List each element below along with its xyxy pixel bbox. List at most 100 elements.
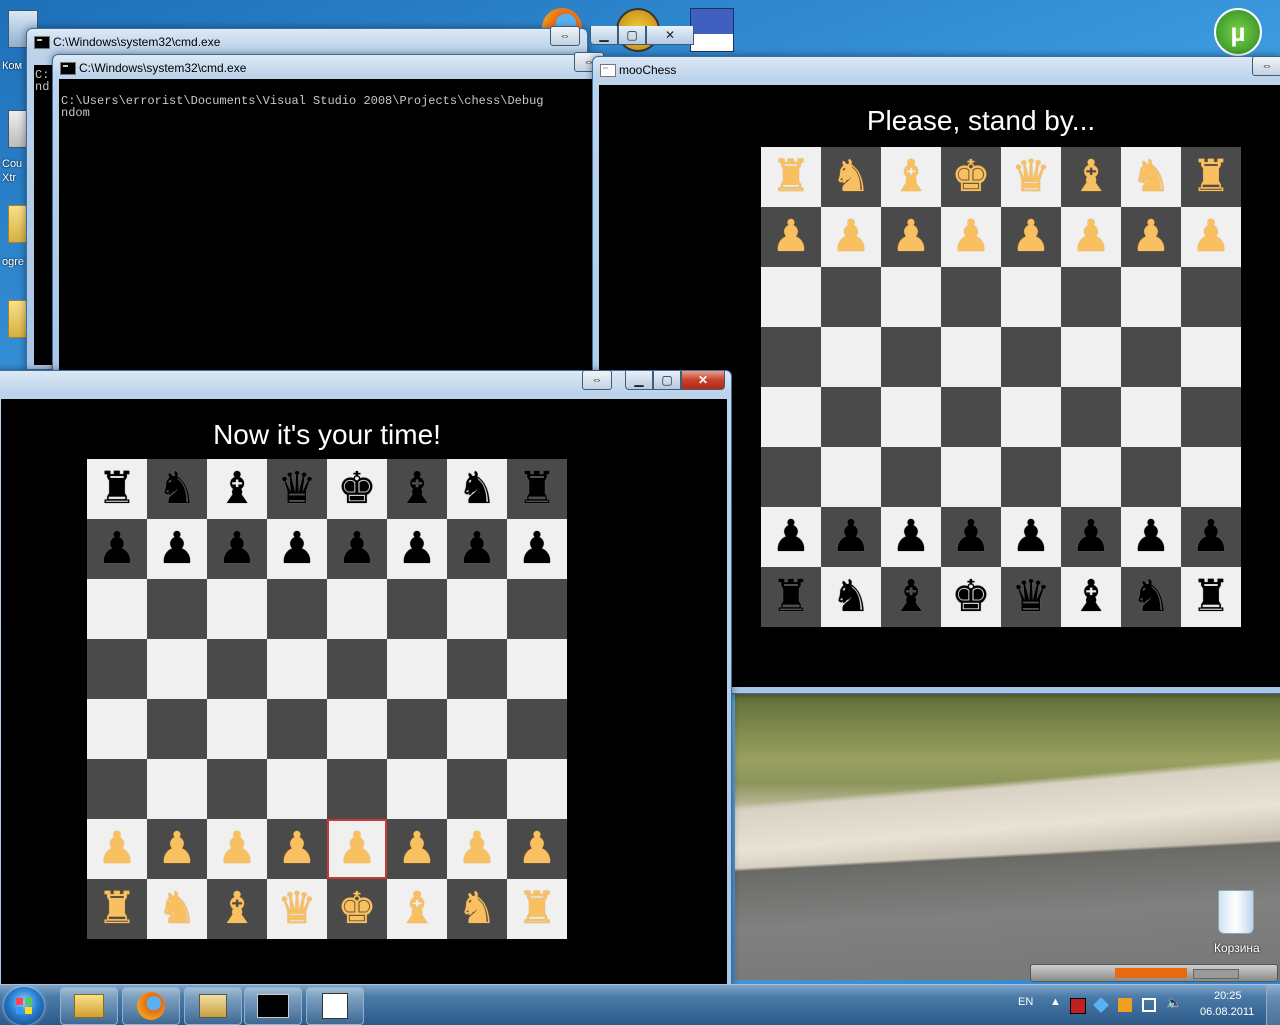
network-icon[interactable]: [1142, 998, 1156, 1012]
board-square[interactable]: ♜: [761, 567, 821, 627]
chess-piece[interactable]: ♟: [277, 527, 316, 571]
maximize-button[interactable]: ▢: [618, 26, 646, 45]
board-square[interactable]: ♞: [147, 879, 207, 939]
board-square[interactable]: [1001, 447, 1061, 507]
board-square[interactable]: [761, 387, 821, 447]
chess-piece[interactable]: ♟: [1191, 515, 1230, 559]
board-square[interactable]: [267, 759, 327, 819]
board-square[interactable]: ♟: [881, 507, 941, 567]
board-square[interactable]: ♜: [507, 879, 567, 939]
board-square[interactable]: [87, 639, 147, 699]
board-square[interactable]: [147, 639, 207, 699]
chess-piece[interactable]: ♟: [157, 527, 196, 571]
board-square[interactable]: ♝: [881, 147, 941, 207]
board-square[interactable]: [1181, 327, 1241, 387]
board-square[interactable]: ♟: [1001, 207, 1061, 267]
board-square[interactable]: [507, 639, 567, 699]
board-square[interactable]: ♞: [447, 459, 507, 519]
board-square[interactable]: ♝: [387, 459, 447, 519]
board-square[interactable]: [881, 447, 941, 507]
board-square[interactable]: ♟: [267, 519, 327, 579]
minimize-button[interactable]: ▁: [590, 26, 618, 45]
board-square[interactable]: ♞: [1121, 147, 1181, 207]
chess-piece[interactable]: ♞: [457, 467, 496, 511]
media-player-bar[interactable]: [1030, 964, 1278, 982]
board-square[interactable]: ♛: [267, 879, 327, 939]
resize-toggle-button[interactable]: ⇔: [550, 26, 580, 46]
chess-piece[interactable]: ♝: [1071, 575, 1110, 619]
chess-piece[interactable]: ♟: [157, 827, 196, 871]
chess-piece[interactable]: ♟: [1071, 515, 1110, 559]
board-square[interactable]: ♝: [1061, 567, 1121, 627]
board-square[interactable]: [147, 699, 207, 759]
board-square[interactable]: [207, 639, 267, 699]
cmd-back-titlebar[interactable]: C:\Windows\system32\cmd.exe: [27, 29, 587, 55]
board-square[interactable]: [267, 579, 327, 639]
volume-slider-icon[interactable]: [1193, 969, 1239, 979]
board-square[interactable]: [267, 639, 327, 699]
board-square[interactable]: [761, 267, 821, 327]
board-square[interactable]: ♟: [507, 819, 567, 879]
chess-piece[interactable]: ♝: [397, 887, 436, 931]
board-square[interactable]: ♟: [821, 507, 881, 567]
player-titlebar[interactable]: ▁ ▢ ✕: [0, 371, 731, 397]
chess-piece[interactable]: ♝: [217, 467, 256, 511]
chess-piece[interactable]: ♟: [397, 827, 436, 871]
media-tray-icon[interactable]: [1118, 998, 1132, 1012]
chess-piece[interactable]: ♞: [1131, 575, 1170, 619]
taskbar-explorer-button[interactable]: [60, 987, 118, 1025]
board-square[interactable]: ♟: [207, 819, 267, 879]
chess-piece[interactable]: ♟: [517, 527, 556, 571]
chess-piece[interactable]: ♛: [1011, 575, 1050, 619]
chess-piece[interactable]: ♟: [891, 215, 930, 259]
board-square[interactable]: [327, 639, 387, 699]
chess-piece[interactable]: ♟: [1011, 515, 1050, 559]
board-square[interactable]: [387, 579, 447, 639]
board-square[interactable]: ♟: [327, 819, 387, 879]
chess-piece[interactable]: ♝: [1071, 155, 1110, 199]
chess-piece[interactable]: ♟: [397, 527, 436, 571]
board-square[interactable]: [507, 699, 567, 759]
chess-piece[interactable]: ♟: [1191, 215, 1230, 259]
board-square[interactable]: ♟: [147, 519, 207, 579]
board-square[interactable]: ♝: [881, 567, 941, 627]
board-square[interactable]: ♚: [941, 147, 1001, 207]
board-square[interactable]: [1121, 387, 1181, 447]
board-square[interactable]: [941, 447, 1001, 507]
board-square[interactable]: [147, 759, 207, 819]
chess-piece[interactable]: ♟: [951, 215, 990, 259]
board-square[interactable]: [821, 267, 881, 327]
recycle-bin-icon[interactable]: [1218, 890, 1254, 934]
chess-piece[interactable]: ♟: [97, 527, 136, 571]
player-canvas[interactable]: Now it's your time! ♜ ♞ ♝ ♛ ♚ ♝ ♞ ♜ ♟ ♟ ♟ ♟ ♟ ♟ ♟ ♟ ♟ ♟ ♟ ♟…: [1, 399, 727, 985]
chess-piece[interactable]: ♟: [457, 527, 496, 571]
board-square[interactable]: ♚: [327, 879, 387, 939]
board-square[interactable]: [87, 699, 147, 759]
board-square[interactable]: [507, 579, 567, 639]
board-square[interactable]: ♞: [821, 147, 881, 207]
chess-piece[interactable]: ♚: [951, 155, 990, 199]
board-square[interactable]: [1061, 447, 1121, 507]
board-square[interactable]: ♜: [507, 459, 567, 519]
board-square[interactable]: ♟: [1061, 207, 1121, 267]
chess-piece[interactable]: ♞: [1131, 155, 1170, 199]
board-square[interactable]: ♟: [1181, 507, 1241, 567]
maximize-button[interactable]: ▢: [653, 371, 681, 390]
board-square[interactable]: ♜: [87, 879, 147, 939]
player-chess-window[interactable]: ▁ ▢ ✕ Now it's your time! ♜ ♞ ♝ ♛ ♚ ♝ ♞ ♜ ♟ ♟ ♟ ♟ ♟ ♟…: [0, 370, 732, 986]
chess-piece[interactable]: ♟: [517, 827, 556, 871]
cmd-back-console[interactable]: C: nd: [34, 65, 54, 365]
chess-piece[interactable]: ♚: [951, 575, 990, 619]
board-square[interactable]: ♟: [1181, 207, 1241, 267]
chess-piece[interactable]: ♟: [1131, 215, 1170, 259]
tray-app-icon[interactable]: [1070, 998, 1086, 1014]
board-square[interactable]: ♟: [87, 519, 147, 579]
chess-piece[interactable]: ♟: [1071, 215, 1110, 259]
chess-piece[interactable]: ♜: [1191, 155, 1230, 199]
board-square[interactable]: [447, 759, 507, 819]
start-button[interactable]: [4, 987, 44, 1025]
chess-piece[interactable]: ♜: [517, 887, 556, 931]
board-square[interactable]: ♟: [387, 819, 447, 879]
language-indicator[interactable]: EN: [1018, 996, 1033, 1008]
board-square[interactable]: ♟: [447, 519, 507, 579]
